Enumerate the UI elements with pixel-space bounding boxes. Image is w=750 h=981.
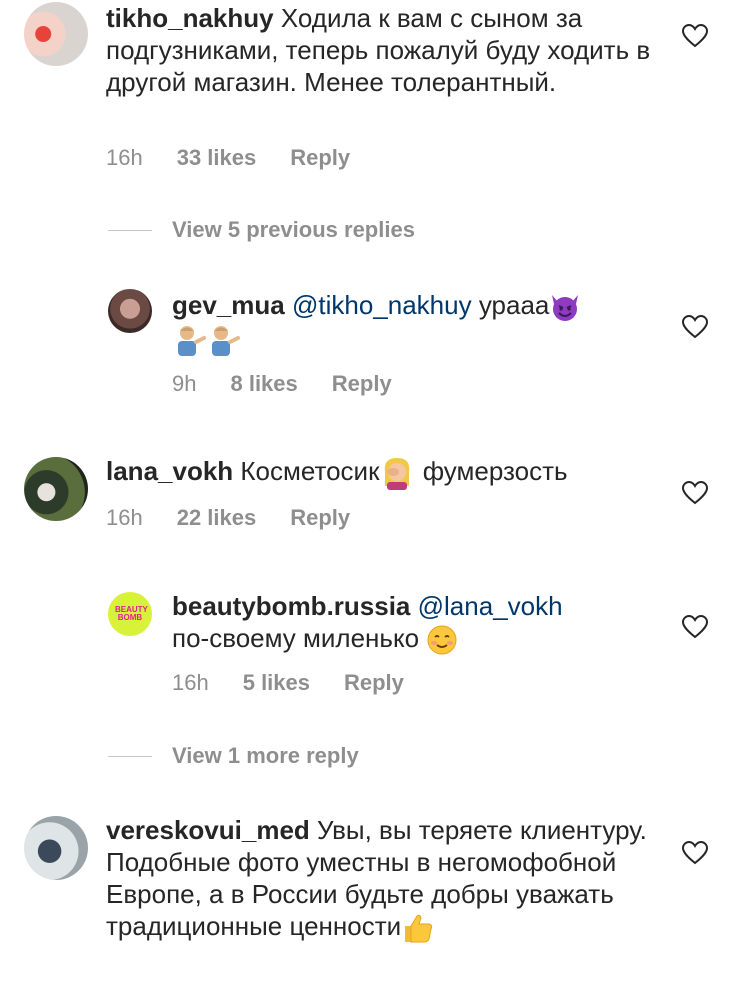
comment-body: Косметосик <box>240 456 380 486</box>
username[interactable]: lana_vokh <box>106 456 233 486</box>
divider-line <box>108 755 152 757</box>
mention-link[interactable]: @lana_vokh <box>418 591 563 621</box>
username[interactable]: gev_mua <box>172 290 285 320</box>
timestamp: 16h <box>172 670 209 695</box>
comment-body-2: фумерзость <box>422 456 568 486</box>
comment-text: gev_mua @tikho_nakhuy урааа <box>172 289 632 357</box>
view-replies-label: View 5 previous replies <box>172 217 415 242</box>
reply-button[interactable]: Reply <box>332 371 392 397</box>
comment-meta: 16h 22 likes Reply <box>106 503 384 533</box>
likes-count[interactable]: 22 likes <box>177 505 257 531</box>
avatar[interactable]: BEAUTY BOMB <box>108 592 152 636</box>
comment-meta: 16h 33 likes Reply <box>106 143 384 173</box>
comment-vereskovui-med: vereskovui_med Увы, вы теряете клиентуру… <box>0 814 750 981</box>
timestamp: 9h <box>172 371 197 396</box>
avatar[interactable] <box>108 289 152 333</box>
avatar[interactable] <box>24 457 88 521</box>
username[interactable]: tikho_nakhuy <box>106 3 274 33</box>
reply-button[interactable]: Reply <box>344 670 404 696</box>
avatar-logo-text: BEAUTY BOMB <box>115 605 148 622</box>
timestamp: 16h <box>106 145 143 170</box>
heart-outline-icon[interactable] <box>682 841 708 865</box>
comment-text: lana_vokh Косметосик фумерзость <box>106 455 666 491</box>
heart-outline-icon[interactable] <box>682 615 708 639</box>
timestamp: 16h <box>106 505 143 530</box>
comment-body: урааа <box>478 290 550 320</box>
comment-lana-vokh: lana_vokh Косметосик фумерзость 16h 22 l… <box>0 455 750 545</box>
avatar[interactable] <box>24 2 88 66</box>
smiling-face-emoji <box>427 625 457 655</box>
heart-outline-icon[interactable] <box>682 24 708 48</box>
reply-beautybomb-russia: BEAUTY BOMB beautybomb.russia @lana_vokh… <box>0 588 750 708</box>
heart-outline-icon[interactable] <box>682 481 708 505</box>
mention-link[interactable]: @tikho_nakhuy <box>292 290 472 320</box>
likes-count[interactable]: 8 likes <box>230 371 297 397</box>
thumbs-up-emoji <box>405 914 433 943</box>
username[interactable]: beautybomb.russia <box>172 591 410 621</box>
username[interactable]: vereskovui_med <box>106 815 310 845</box>
smiling-devil-emoji <box>552 295 579 322</box>
likes-count[interactable]: 33 likes <box>177 145 257 171</box>
view-previous-replies-button[interactable]: View 5 previous replies <box>108 215 415 245</box>
reply-button[interactable]: Reply <box>290 505 350 531</box>
heart-outline-icon[interactable] <box>682 315 708 339</box>
man-tipping-hand-emoji <box>178 326 206 357</box>
comment-meta: 9h 8 likes Reply <box>172 369 426 399</box>
comment-meta: 16h 5 likes Reply <box>172 668 438 698</box>
reply-button[interactable]: Reply <box>290 145 350 171</box>
comment-text: beautybomb.russia @lana_vokh по-своему м… <box>172 590 652 656</box>
likes-count[interactable]: 5 likes <box>243 670 310 696</box>
divider-line <box>108 229 152 231</box>
comment-body: по-своему миленько <box>172 623 420 653</box>
view-more-replies-button[interactable]: View 1 more reply <box>108 741 359 771</box>
man-tipping-hand-emoji <box>212 326 240 357</box>
avatar[interactable] <box>24 816 88 880</box>
comment-text: vereskovui_med Увы, вы теряете клиентуру… <box>106 814 666 944</box>
view-replies-label: View 1 more reply <box>172 743 359 768</box>
woman-facepalming-emoji <box>385 458 410 491</box>
comment-tikho-nakhuy: tikho_nakhuy Ходила к вам с сыном за под… <box>0 0 750 185</box>
reply-gev-mua: gev_mua @tikho_nakhuy урааа 9h 8 likes R… <box>0 285 750 405</box>
comment-text: tikho_nakhuy Ходила к вам с сыном за под… <box>106 2 666 98</box>
